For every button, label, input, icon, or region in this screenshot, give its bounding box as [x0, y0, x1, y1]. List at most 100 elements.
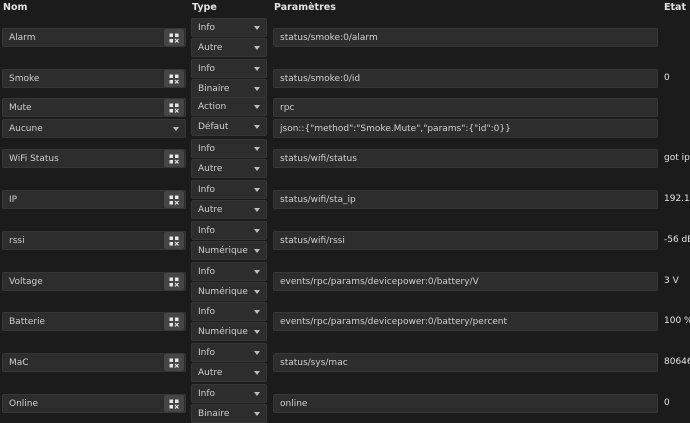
type-select[interactable]: Info [191, 139, 267, 158]
type-select-value: Info [198, 347, 216, 358]
subtype-select[interactable]: Numérique [191, 322, 267, 341]
type-select-value: Info [198, 388, 216, 399]
header-type: Type [192, 2, 217, 13]
chevron-down-icon [254, 207, 260, 212]
command-name-field[interactable]: WiFi Status [2, 149, 186, 168]
type-select[interactable]: Info [191, 221, 267, 240]
state-value: 0 [664, 73, 670, 83]
command-name: Online [9, 398, 39, 409]
chevron-down-icon [173, 126, 179, 131]
subtype-select-value: Binaire [198, 83, 230, 94]
state-value: got ip [664, 153, 690, 163]
type-select[interactable]: Info [191, 18, 267, 37]
chevron-down-icon [254, 309, 260, 314]
chevron-down-icon [254, 391, 260, 396]
command-name-field[interactable]: Online [2, 394, 186, 413]
command-name: WiFi Status [9, 153, 59, 164]
configure-icon[interactable] [164, 70, 184, 87]
subtype-select[interactable]: Autre [191, 200, 267, 219]
state-value: -56 dB [664, 235, 690, 245]
topic-input[interactable] [273, 98, 658, 117]
command-name-field[interactable]: Mute [2, 98, 186, 117]
configure-icon[interactable] [164, 273, 184, 290]
configure-icon[interactable] [164, 313, 184, 330]
configure-icon[interactable] [164, 99, 184, 116]
type-select[interactable]: Action [191, 97, 267, 116]
command-name-field[interactable]: Alarm [2, 28, 186, 47]
command-name-field[interactable]: Smoke [2, 69, 186, 88]
configure-icon[interactable] [164, 191, 184, 208]
header-etat: Etat [664, 2, 686, 13]
subtype-select[interactable]: Binaire [191, 79, 267, 98]
subtype-select-value: Autre [198, 204, 223, 215]
chevron-down-icon [254, 370, 260, 375]
topic-input[interactable] [273, 28, 658, 47]
subtype-select-value: Autre [198, 367, 223, 378]
chevron-down-icon [254, 187, 260, 192]
configure-icon[interactable] [164, 232, 184, 249]
command-name-field[interactable]: Batterie [2, 312, 186, 331]
subtype-select-value: Numérique [198, 245, 248, 256]
command-name-field[interactable]: IP [2, 190, 186, 209]
topic-input[interactable] [273, 394, 658, 413]
subtype-select[interactable]: Numérique [191, 282, 267, 301]
subtype-select[interactable]: Autre [191, 363, 267, 382]
topic-input[interactable] [273, 272, 658, 291]
command-name: rssi [9, 235, 25, 246]
subtype-select[interactable]: Numérique [191, 241, 267, 260]
state-value: 80646 [664, 357, 690, 367]
command-name: Mute [9, 102, 32, 113]
type-select-value: Info [198, 22, 216, 33]
chevron-down-icon [254, 248, 260, 253]
topic-input[interactable] [273, 149, 658, 168]
chevron-down-icon [254, 86, 260, 91]
type-select[interactable]: Info [191, 262, 267, 281]
subtype-select[interactable]: Autre [191, 159, 267, 178]
chevron-down-icon [254, 124, 260, 129]
command-name: Smoke [9, 73, 40, 84]
subtype-select-value: Autre [198, 42, 223, 53]
chevron-down-icon [254, 66, 260, 71]
chevron-down-icon [254, 411, 260, 416]
request-input[interactable] [273, 119, 658, 138]
subtype-select[interactable]: Autre [191, 38, 267, 57]
header-params: Paramètres [274, 2, 336, 13]
subtype-select-value: Binaire [198, 408, 230, 419]
chevron-down-icon [254, 166, 260, 171]
chevron-down-icon [254, 269, 260, 274]
state-value: 100 % [664, 316, 690, 326]
subtype-select[interactable]: Défaut [191, 117, 267, 136]
type-select-value: Action [198, 101, 227, 112]
type-select-value: Info [198, 143, 216, 154]
action-target-select[interactable]: Aucune [2, 119, 186, 138]
subtype-select[interactable]: Binaire [191, 404, 267, 423]
chevron-down-icon [254, 228, 260, 233]
subtype-select-value: Autre [198, 163, 223, 174]
command-name-field[interactable]: Voltage [2, 272, 186, 291]
type-select[interactable]: Info [191, 180, 267, 199]
type-select[interactable]: Info [191, 384, 267, 403]
header-nom: Nom [3, 2, 28, 13]
action-target-value: Aucune [9, 123, 43, 134]
type-select[interactable]: Info [191, 59, 267, 78]
chevron-down-icon [254, 25, 260, 30]
type-select[interactable]: Info [191, 343, 267, 362]
configure-icon[interactable] [164, 354, 184, 371]
configure-icon[interactable] [164, 29, 184, 46]
command-name: Voltage [9, 276, 43, 287]
chevron-down-icon [254, 104, 260, 109]
type-select-value: Info [198, 63, 216, 74]
topic-input[interactable] [273, 231, 658, 250]
configure-icon[interactable] [164, 150, 184, 167]
command-name: Batterie [9, 316, 46, 327]
topic-input[interactable] [273, 312, 658, 331]
topic-input[interactable] [273, 69, 658, 88]
command-name-field[interactable]: rssi [2, 231, 186, 250]
command-name-field[interactable]: MaC [2, 353, 186, 372]
topic-input[interactable] [273, 190, 658, 209]
configure-icon[interactable] [164, 395, 184, 412]
topic-input[interactable] [273, 353, 658, 372]
type-select[interactable]: Info [191, 302, 267, 321]
type-select-value: Info [198, 225, 216, 236]
state-value: 3 V [664, 276, 679, 286]
